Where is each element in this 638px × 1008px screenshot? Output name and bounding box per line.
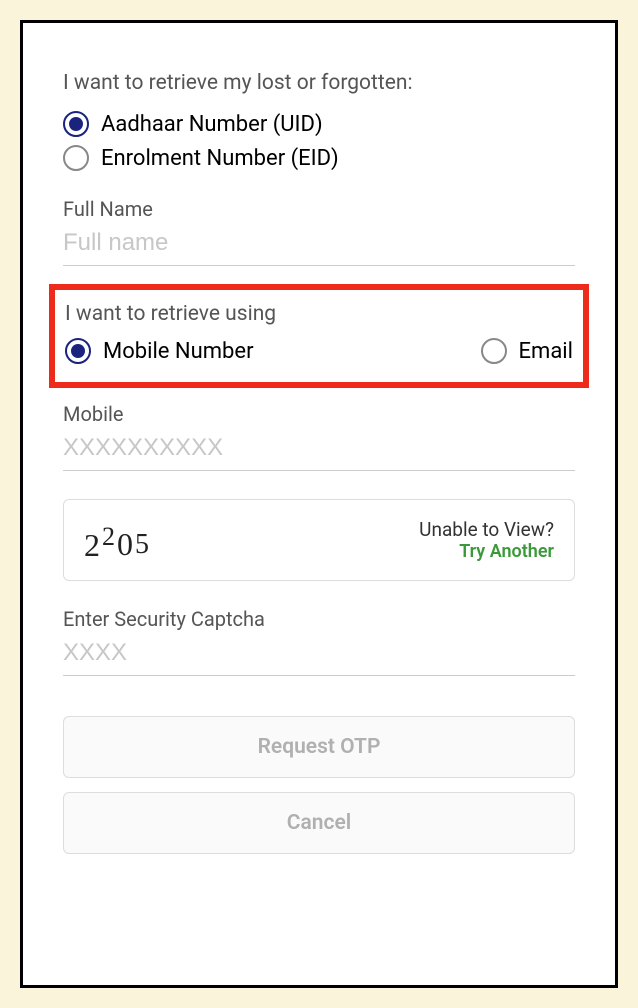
mobile-label: Mobile — [63, 402, 575, 426]
radio-selected-icon — [65, 338, 91, 364]
captcha-box: 2 2 0 5 Unable to View? Try Another — [63, 499, 575, 581]
request-otp-button[interactable]: Request OTP — [63, 716, 575, 778]
retrieve-using-group: Mobile Number Email — [65, 338, 573, 364]
radio-selected-icon — [63, 111, 89, 137]
radio-email-label: Email — [519, 339, 573, 364]
radio-eid-label: Enrolment Number (EID) — [101, 146, 339, 171]
radio-unselected-icon — [481, 338, 507, 364]
retrieve-form-screen: I want to retrieve my lost or forgotten:… — [20, 20, 618, 988]
captcha-side: Unable to View? Try Another — [419, 518, 554, 562]
radio-email[interactable]: Email — [481, 338, 573, 364]
radio-mobile-label: Mobile Number — [103, 339, 254, 364]
radio-uid-label: Aadhaar Number (UID) — [101, 112, 323, 137]
radio-mobile[interactable]: Mobile Number — [65, 338, 254, 364]
retrieve-using-heading: I want to retrieve using — [65, 302, 573, 326]
captcha-input[interactable] — [63, 635, 575, 676]
captcha-input-label: Enter Security Captcha — [63, 607, 575, 631]
cancel-button[interactable]: Cancel — [63, 792, 575, 854]
captcha-unable-text: Unable to View? — [419, 518, 554, 541]
radio-unselected-icon — [63, 145, 89, 171]
retrieve-type-heading: I want to retrieve my lost or forgotten: — [63, 71, 575, 95]
full-name-input[interactable] — [63, 225, 575, 266]
retrieve-using-highlight: I want to retrieve using Mobile Number E… — [49, 284, 589, 388]
mobile-input[interactable] — [63, 430, 575, 471]
radio-eid[interactable]: Enrolment Number (EID) — [63, 145, 575, 171]
captcha-image: 2 2 0 5 — [84, 522, 151, 559]
full-name-label: Full Name — [63, 197, 575, 221]
radio-uid[interactable]: Aadhaar Number (UID) — [63, 111, 575, 137]
captcha-try-another-link[interactable]: Try Another — [419, 541, 554, 562]
